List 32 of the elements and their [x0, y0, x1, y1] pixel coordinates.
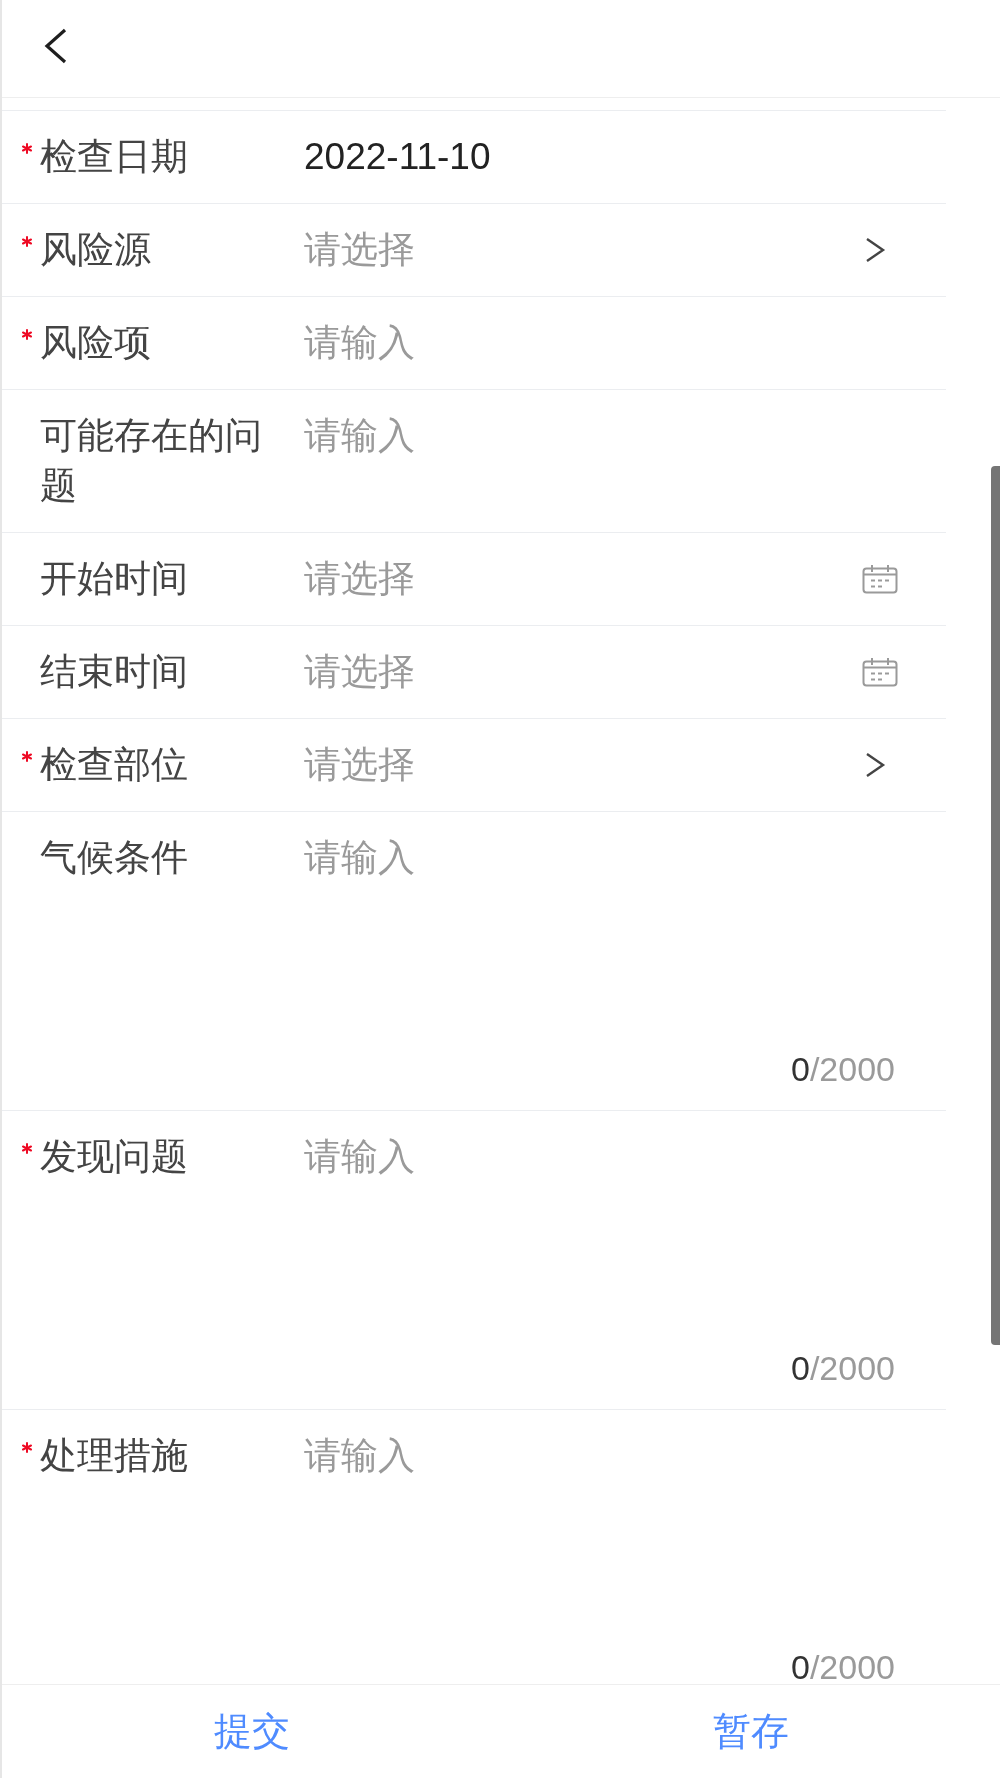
submit-button[interactable]: 提交 [2, 1685, 501, 1778]
char-counter: 0/2000 [791, 1348, 895, 1388]
textarea-field[interactable]: 请输入 [304, 833, 898, 1049]
field-label: 检查部位 [40, 743, 189, 787]
field-label: 风险项 [40, 321, 152, 365]
chevron-right-icon [864, 237, 886, 263]
chevron-left-icon [43, 28, 68, 64]
select-field[interactable]: 请选择 [304, 225, 864, 275]
scrollbar-thumb[interactable] [991, 466, 1000, 1345]
textarea-field[interactable]: 请输入 [304, 1132, 898, 1348]
input-field[interactable]: 2022-11-10 [304, 132, 898, 182]
chevron-right-icon [864, 752, 886, 778]
field-label: 结束时间 [40, 650, 189, 694]
field-label: 可能存在的问题 [40, 414, 263, 508]
input-field[interactable]: 请输入 [304, 411, 898, 461]
field-label: 发现问题 [40, 1135, 189, 1179]
calendar-icon [862, 564, 898, 594]
field-label: 风险源 [40, 228, 152, 272]
textarea-field[interactable]: 请输入 [304, 1431, 898, 1647]
calendar-icon [862, 657, 898, 687]
field-label: 开始时间 [40, 557, 189, 601]
char-counter: 0/2000 [791, 1049, 895, 1089]
date-field[interactable]: 请选择 [304, 554, 862, 604]
select-field[interactable]: 请选择 [304, 740, 864, 790]
field-label: 气候条件 [40, 836, 189, 880]
field-label: 检查日期 [40, 135, 189, 179]
back-button[interactable] [43, 28, 68, 64]
save-draft-button[interactable]: 暂存 [501, 1685, 1000, 1778]
date-field[interactable]: 请选择 [304, 647, 862, 697]
char-counter: 0/2000 [791, 1647, 895, 1684]
input-field[interactable]: 请输入 [304, 318, 898, 368]
field-label: 处理措施 [40, 1434, 189, 1478]
